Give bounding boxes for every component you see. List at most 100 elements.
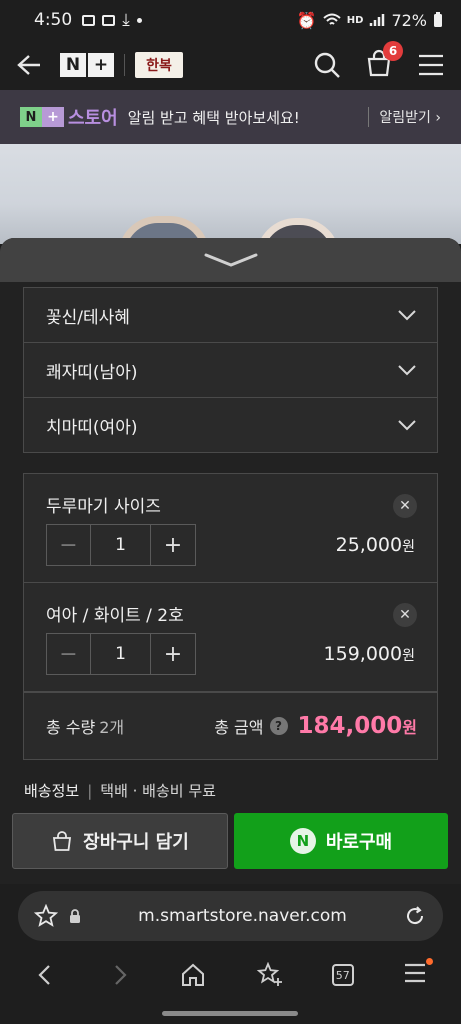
cart-count-badge: 6 bbox=[383, 41, 403, 61]
help-icon[interactable]: ? bbox=[269, 717, 288, 735]
gesture-bar[interactable] bbox=[162, 1011, 298, 1016]
notification-icons: ⤓ bbox=[82, 10, 142, 30]
shop-logo-text: 한복 bbox=[146, 58, 172, 74]
item-price-value: 25,000 bbox=[335, 534, 403, 556]
star-icon[interactable] bbox=[34, 904, 58, 928]
option-label: 쾌자띠(남아) bbox=[46, 362, 138, 383]
app-header: N + 한복 6 bbox=[0, 40, 461, 90]
system-icons: ⏰ HD 72% bbox=[297, 11, 443, 30]
update-dot bbox=[425, 958, 433, 965]
store-n-mark: N bbox=[20, 107, 42, 127]
delivery-info: 배송정보 | 택배 · 배송비 무료 bbox=[24, 780, 216, 801]
option-dropdown-boys-sash[interactable]: 쾌자띠(남아) bbox=[23, 342, 438, 398]
network-type: HD bbox=[346, 14, 364, 26]
chevron-down-icon bbox=[398, 420, 416, 431]
reload-icon[interactable] bbox=[403, 904, 427, 928]
add-to-cart-button[interactable]: 장바구니 담기 bbox=[12, 813, 228, 869]
total-amount-label: 총 금액 bbox=[214, 718, 264, 737]
status-time: 4:50 bbox=[34, 10, 73, 30]
chevron-down-icon bbox=[398, 310, 416, 321]
chevron-down-icon bbox=[398, 365, 416, 376]
menu-icon bbox=[404, 963, 425, 983]
back-arrow-icon[interactable] bbox=[16, 54, 42, 76]
minus-icon: − bbox=[59, 532, 78, 558]
increase-quantity-button[interactable]: + bbox=[151, 525, 195, 565]
item-price-unit: 원 bbox=[402, 648, 415, 664]
total-quantity-value: 2개 bbox=[99, 718, 125, 737]
item-price: 25,000원 bbox=[336, 534, 415, 556]
browser-nav: 57 bbox=[0, 950, 461, 1000]
alarm-icon: ⏰ bbox=[296, 10, 317, 30]
selected-item: 두루마기 사이즈 ✕ − 1 + 25,000원 bbox=[23, 473, 438, 583]
forward-icon[interactable] bbox=[107, 963, 131, 987]
buy-now-label: 바로구매 bbox=[325, 832, 393, 853]
quantity-stepper: − 1 + bbox=[46, 524, 196, 566]
selected-item-name: 여아 / 화이트 / 2호 bbox=[46, 606, 184, 626]
shop-logo[interactable]: 한복 bbox=[135, 52, 183, 78]
add-to-cart-label: 장바구니 담기 bbox=[83, 832, 189, 853]
selected-item: 여아 / 화이트 / 2호 ✕ − 1 + 159,000원 bbox=[23, 582, 438, 692]
signal-icon bbox=[370, 14, 385, 26]
plus-icon: + bbox=[163, 641, 183, 667]
item-price: 159,000원 bbox=[324, 643, 415, 665]
wifi-icon bbox=[323, 13, 341, 25]
item-price-value: 159,000 bbox=[323, 643, 403, 665]
bookmarks-icon[interactable] bbox=[255, 962, 283, 988]
hamburger-menu-icon[interactable] bbox=[417, 53, 445, 77]
notification-banner[interactable]: N + 스토어 알림 받고 혜택 받아보세요! 알림받기 › bbox=[0, 90, 461, 144]
selected-item-name: 두루마기 사이즈 bbox=[46, 497, 161, 517]
decrease-quantity-button[interactable]: − bbox=[47, 525, 91, 565]
nplus-store-badge: N + 스토어 bbox=[20, 104, 118, 130]
shopping-bag-icon bbox=[53, 831, 72, 851]
close-icon: ✕ bbox=[399, 498, 411, 514]
download-icon: ⤓ bbox=[122, 10, 130, 30]
url-text[interactable]: m.smartstore.naver.com bbox=[82, 906, 403, 926]
more-notifications-icon bbox=[136, 17, 142, 23]
total-amount: 184,000원 bbox=[298, 713, 418, 739]
chevron-right-icon: › bbox=[435, 110, 441, 126]
tabs-button[interactable]: 57 bbox=[331, 964, 354, 986]
close-icon: ✕ bbox=[399, 607, 411, 623]
cart-button[interactable]: 6 bbox=[365, 41, 403, 81]
option-label: 꽃신/테사혜 bbox=[46, 307, 130, 328]
naver-pay-icon: N bbox=[289, 828, 316, 854]
quantity-value[interactable]: 1 bbox=[91, 525, 151, 565]
delivery-label: 배송정보 bbox=[24, 782, 80, 800]
order-total: 총 수량 2개 총 금액 ? 184,000원 bbox=[23, 692, 438, 760]
chevron-down-icon bbox=[204, 253, 257, 267]
store-label: 스토어 bbox=[68, 108, 118, 129]
store-plus-mark: + bbox=[42, 107, 64, 127]
voicemail-icon bbox=[82, 14, 96, 26]
total-amount-value: 184,000 bbox=[297, 713, 403, 739]
battery-icon bbox=[434, 12, 442, 27]
plus-icon: + bbox=[163, 532, 183, 558]
remove-item-button[interactable]: ✕ bbox=[393, 494, 417, 518]
buy-now-button[interactable]: N 바로구매 bbox=[234, 813, 448, 869]
notify-button-label: 알림받기 bbox=[379, 110, 431, 126]
browser-menu-button[interactable] bbox=[403, 958, 433, 988]
naver-n-mark: N bbox=[60, 53, 86, 77]
back-icon[interactable] bbox=[34, 963, 58, 987]
sheet-collapse-handle[interactable] bbox=[0, 238, 461, 282]
option-dropdown-shoes[interactable]: 꽃신/테사혜 bbox=[23, 287, 438, 343]
quantity-value[interactable]: 1 bbox=[91, 634, 151, 674]
remove-item-button[interactable]: ✕ bbox=[393, 603, 417, 627]
naver-plus-logo[interactable]: N + bbox=[60, 53, 114, 77]
plus-mark: + bbox=[88, 53, 114, 77]
header-divider bbox=[124, 54, 125, 76]
lock-icon bbox=[70, 909, 80, 923]
search-icon[interactable] bbox=[313, 51, 341, 79]
delivery-text: 택배 · 배송비 무료 bbox=[100, 782, 216, 800]
increase-quantity-button[interactable]: + bbox=[151, 634, 195, 674]
address-bar[interactable]: m.smartstore.naver.com bbox=[18, 891, 443, 941]
delivery-separator: | bbox=[87, 782, 93, 800]
notify-button[interactable]: 알림받기 › bbox=[368, 107, 441, 127]
option-label: 치마띠(여아) bbox=[46, 417, 138, 438]
item-price-unit: 원 bbox=[402, 539, 415, 555]
quantity-stepper: − 1 + bbox=[46, 633, 196, 675]
home-icon[interactable] bbox=[180, 962, 206, 988]
decrease-quantity-button[interactable]: − bbox=[47, 634, 91, 674]
gallery-icon bbox=[102, 14, 116, 26]
option-dropdown-girls-sash[interactable]: 치마띠(여아) bbox=[23, 397, 438, 453]
total-quantity-label: 총 수량 bbox=[46, 718, 96, 737]
